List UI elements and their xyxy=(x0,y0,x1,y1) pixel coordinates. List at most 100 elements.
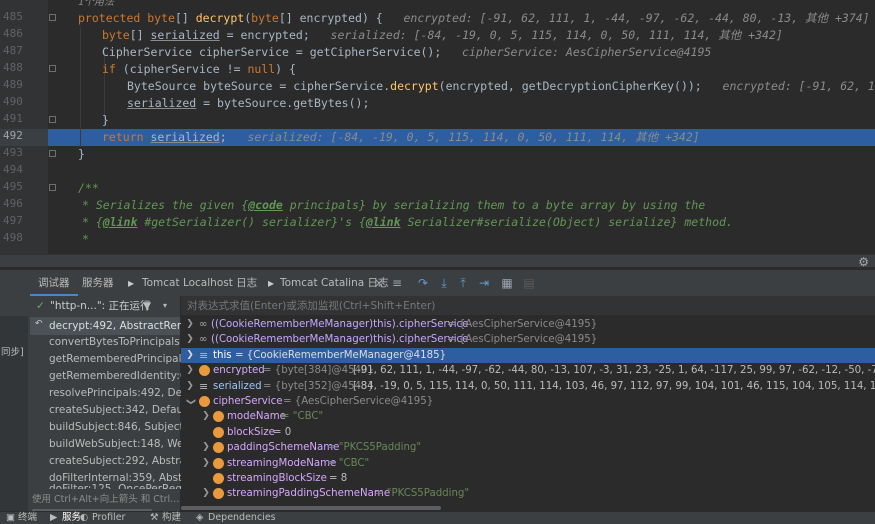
expanded-arrow-icon[interactable]: ❯ xyxy=(182,397,197,407)
evaluate-expression-input[interactable]: 对表达式求值(Enter)或添加监视(Ctrl+Shift+Enter) xyxy=(181,296,875,316)
code-line-492[interactable]: return serialized; serialized: [-84, -19… xyxy=(102,129,700,146)
tab-server[interactable]: 服务器 xyxy=(82,270,114,296)
trace-icon[interactable]: ▤ xyxy=(522,276,536,290)
statusbar-item-dependencies[interactable]: Dependencies xyxy=(208,512,276,524)
left-tool-strip: 同步] xyxy=(0,316,28,511)
filter-icon[interactable]: ▼ xyxy=(143,296,151,316)
dependencies-icon: ◈ xyxy=(196,512,204,523)
code-line-487[interactable]: CipherService cipherService = getCipherS… xyxy=(102,44,711,61)
variable-value: = "CBC" xyxy=(327,457,370,469)
variable-row[interactable]: ❯ ≡ serialized = {byte[352]@4543} [-84, … xyxy=(181,379,875,394)
thread-selector[interactable]: ✓ "http-n...": 正在运行 ▼ ▾ xyxy=(0,296,180,316)
list-icon: ≡ xyxy=(199,348,209,362)
expand-arrow-icon[interactable]: ❯ xyxy=(201,486,211,501)
code-line-489[interactable]: ByteSource byteSource = cipherService.de… xyxy=(127,78,875,95)
variable-value: = {AesCipherService@4195} xyxy=(447,334,598,346)
console-icon: ▸ xyxy=(267,276,275,290)
settings-gear-icon[interactable]: ⚙ xyxy=(858,255,869,269)
fold-marker[interactable] xyxy=(49,14,56,21)
variable-row[interactable]: ❯ streamingPaddingSchemeName = "PKCS5Pad… xyxy=(181,486,875,501)
fold-column xyxy=(48,0,62,254)
panel-splitter[interactable]: ⚙ xyxy=(0,254,875,269)
close-icon[interactable]: × xyxy=(372,276,386,290)
fold-marker[interactable] xyxy=(49,65,56,72)
tab-debugger[interactable]: 调试器 xyxy=(30,270,78,296)
line-number: 490 xyxy=(3,95,23,108)
list-icon: ≡ xyxy=(199,379,209,393)
variable-row[interactable]: ❯ paddingSchemeName = "PKCS5Padding" xyxy=(181,440,875,455)
expand-arrow-icon[interactable]: ❯ xyxy=(201,409,211,424)
variable-row[interactable]: ❯ encrypted = {byte[384]@4540} [-91, 62,… xyxy=(181,363,875,378)
line-number: 495 xyxy=(3,180,23,193)
fold-marker[interactable] xyxy=(49,150,56,157)
expand-arrow-icon[interactable]: ❯ xyxy=(201,456,211,471)
code-line-491[interactable]: } xyxy=(102,112,109,129)
code-line-490[interactable]: serialized = byteSource.getBytes(); xyxy=(127,95,369,112)
variable-value: = 8 xyxy=(329,473,348,484)
debug-tool-tabs: 调试器 服务器 ▸ Tomcat Localhost 日志 ▸ Tomcat C… xyxy=(0,270,875,297)
expand-arrow-icon[interactable]: ❯ xyxy=(185,363,195,378)
code-line-493[interactable]: } xyxy=(78,146,85,163)
evaluate-expression-icon[interactable]: ▦ xyxy=(500,276,514,290)
variable-row[interactable]: ❯ ∞ ((CookieRememberMeManager)this).ciph… xyxy=(181,317,875,332)
code-line-496[interactable]: * Serializes the given {@code principals… xyxy=(82,197,705,214)
field-icon xyxy=(213,411,224,423)
code-line-497[interactable]: * {@link #getSerializer() serializer}'s … xyxy=(82,214,733,231)
list-menu-icon[interactable]: ≡ xyxy=(390,276,404,290)
variable-value: = {AesCipherService@4195} xyxy=(283,396,434,407)
tab-label: Tomcat Localhost 日志 xyxy=(142,277,258,289)
variable-name: serialized xyxy=(213,380,262,392)
statusbar-item-build[interactable]: 构建 xyxy=(162,512,181,524)
expand-arrow-icon[interactable]: ❯ xyxy=(185,348,195,363)
code-line-485[interactable]: protected byte[] decrypt(byte[] encrypte… xyxy=(78,10,870,27)
variable-row-selected[interactable]: ❯ ≡ this = {CookieRememberMeManager@4185… xyxy=(181,347,875,364)
statusbar-item-terminal[interactable]: 终端 xyxy=(18,512,37,524)
code-editor[interactable]: 1个用法 485 486 487 488 489 490 491 492 493… xyxy=(0,0,875,254)
code-line-486[interactable]: byte[] serialized = encrypted; serialize… xyxy=(102,27,783,44)
step-into-icon[interactable]: ⤓ xyxy=(437,276,451,290)
code-line-488[interactable]: if (cipherService != null) { xyxy=(102,61,296,78)
line-number: 486 xyxy=(3,27,23,40)
expand-arrow-icon[interactable]: ❯ xyxy=(185,379,195,394)
line-number: 494 xyxy=(3,163,23,176)
variable-row[interactable]: streamingBlockSize = 8 xyxy=(181,471,875,486)
line-number: 491 xyxy=(3,112,23,125)
variable-value: = "PKCS5Padding" xyxy=(327,442,422,454)
statusbar-item-profiler[interactable]: Profiler xyxy=(92,512,125,524)
variable-row[interactable]: ❯ ∞ ((CookieRememberMeManager)this).ciph… xyxy=(181,332,875,347)
variable-name: cipherService xyxy=(213,396,283,407)
scrollbar-thumb[interactable] xyxy=(181,506,441,510)
field-icon xyxy=(213,488,224,500)
line-number: 485 xyxy=(3,10,23,23)
line-number: 489 xyxy=(3,78,23,91)
field-icon xyxy=(199,396,210,407)
field-icon xyxy=(213,457,224,469)
fold-marker[interactable] xyxy=(49,184,56,191)
line-number: 497 xyxy=(3,214,23,227)
parameter-icon xyxy=(199,365,210,377)
chevron-down-icon[interactable]: ▾ xyxy=(163,296,167,316)
variable-row[interactable]: ❯ streamingModeName = "CBC" xyxy=(181,456,875,471)
sync-label: 同步] xyxy=(1,347,24,358)
run-to-cursor-icon[interactable]: ⇥ xyxy=(477,276,491,290)
frame-return-icon: ↶ xyxy=(35,319,43,329)
variable-name: encrypted xyxy=(213,365,265,377)
variable-row[interactable]: blockSize = 0 xyxy=(181,425,875,440)
tab-tomcat-localhost-log[interactable]: Tomcat Localhost 日志 xyxy=(142,270,257,296)
code-line-495[interactable]: /** xyxy=(78,180,99,197)
statusbar-item-services[interactable]: 服务 xyxy=(62,512,81,524)
expand-arrow-icon[interactable]: ❯ xyxy=(201,440,211,455)
variable-row[interactable]: ❯ cipherService = {AesCipherService@4195… xyxy=(181,394,875,409)
thread-label: "http-n...": 正在运行 xyxy=(50,300,151,312)
expand-arrow-icon[interactable]: ❯ xyxy=(185,332,195,347)
code-line-498[interactable]: * xyxy=(82,231,89,248)
step-out-icon[interactable]: ⤒ xyxy=(456,276,470,290)
expand-arrow-icon[interactable]: ❯ xyxy=(185,317,195,332)
step-over-icon[interactable]: ↷ xyxy=(416,276,430,290)
variable-row[interactable]: ❯ modeName = "CBC" xyxy=(181,409,875,424)
variable-value: = "CBC" xyxy=(281,411,324,423)
watch-glasses-icon: ∞ xyxy=(199,319,208,330)
variable-value: [-91, 62, 111, 1, -44, -97, -62, -44, 80… xyxy=(353,365,875,377)
variable-name: blockSize xyxy=(227,426,275,438)
fold-marker[interactable] xyxy=(49,116,56,123)
